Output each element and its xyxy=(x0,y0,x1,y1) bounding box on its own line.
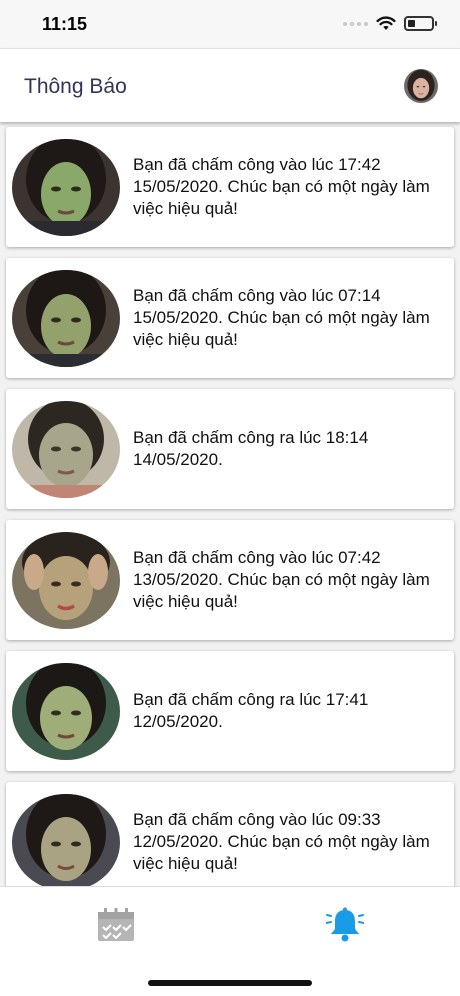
notification-card[interactable]: Bạn đã chấm công vào lúc 09:33 12/05/202… xyxy=(6,782,454,886)
notification-message: Bạn đã chấm công vào lúc 07:42 13/05/202… xyxy=(133,548,430,611)
battery-icon xyxy=(404,16,437,31)
notification-message: Bạn đã chấm công vào lúc 07:14 15/05/202… xyxy=(133,286,430,349)
notification-message: Bạn đã chấm công vào lúc 17:42 15/05/202… xyxy=(133,155,430,218)
bell-icon xyxy=(326,907,364,942)
notification-list[interactable]: Bạn đã chấm công vào lúc 17:42 15/05/202… xyxy=(0,122,460,886)
tab-calendar[interactable] xyxy=(94,905,138,945)
avatar xyxy=(12,663,120,760)
notification-card[interactable]: Bạn đã chấm công vào lúc 07:42 13/05/202… xyxy=(6,520,454,640)
notification-card[interactable]: Bạn đã chấm công vào lúc 07:14 15/05/202… xyxy=(6,258,454,378)
page-title: Thông Báo xyxy=(24,75,127,98)
home-indicator xyxy=(148,980,312,986)
profile-avatar[interactable] xyxy=(404,69,438,103)
wifi-icon xyxy=(376,16,396,30)
notification-card[interactable]: Bạn đã chấm công vào lúc 17:42 15/05/202… xyxy=(6,127,454,247)
avatar xyxy=(12,139,120,236)
status-bar: 11:15 xyxy=(0,0,460,48)
notification-message: Bạn đã chấm công ra lúc 17:41 12/05/2020… xyxy=(133,690,369,731)
status-icons xyxy=(343,16,437,31)
notification-card[interactable]: Bạn đã chấm công ra lúc 17:41 12/05/2020… xyxy=(6,651,454,771)
avatar xyxy=(12,794,120,886)
app-header: Thông Báo xyxy=(0,48,460,122)
calendar-icon xyxy=(98,908,134,941)
notification-message: Bạn đã chấm công ra lúc 18:14 14/05/2020… xyxy=(133,428,369,469)
avatar xyxy=(12,401,120,498)
status-time: 11:15 xyxy=(42,14,88,34)
tab-notifications[interactable] xyxy=(323,905,367,945)
notification-message: Bạn đã chấm công vào lúc 09:33 12/05/202… xyxy=(133,810,430,873)
notification-card[interactable]: Bạn đã chấm công ra lúc 18:14 14/05/2020… xyxy=(6,389,454,509)
avatar xyxy=(12,532,120,629)
cellular-signal-icon xyxy=(343,21,368,26)
avatar xyxy=(12,270,120,367)
